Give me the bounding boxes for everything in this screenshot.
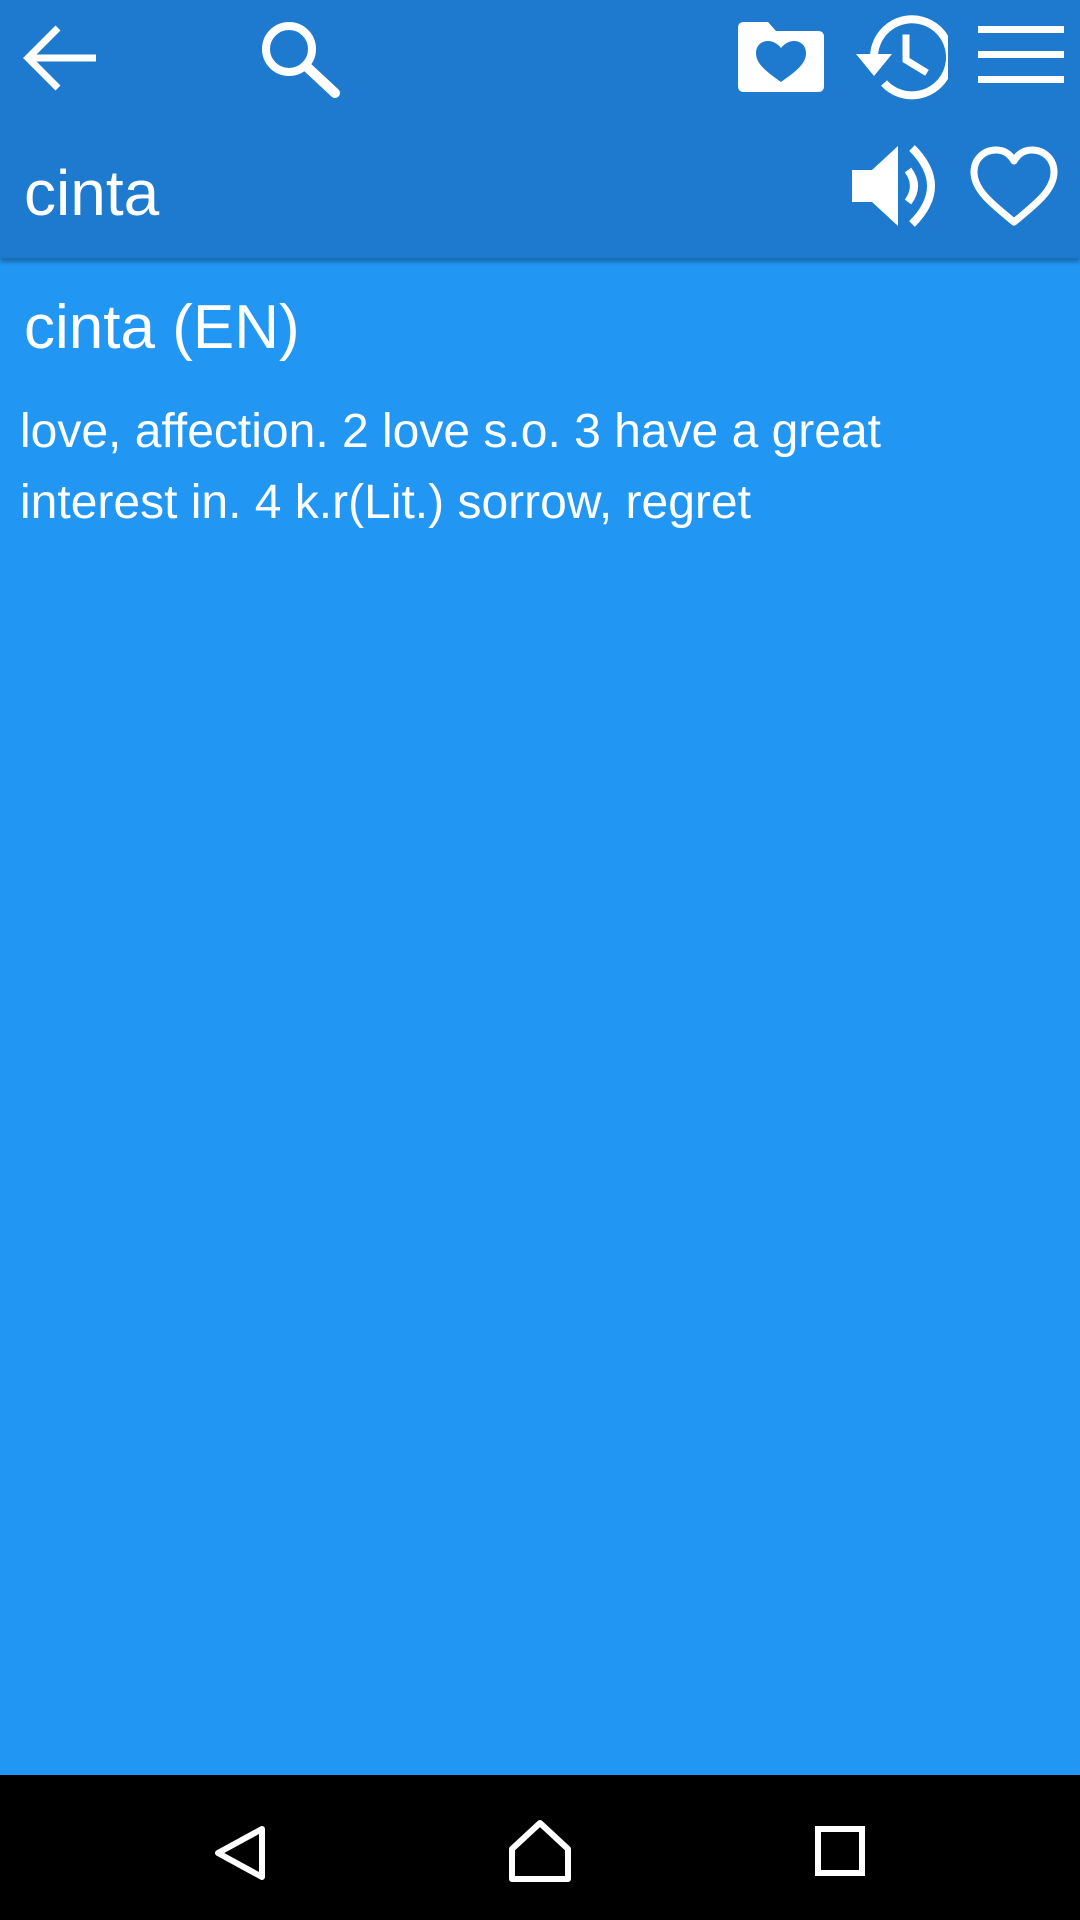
history-icon[interactable] bbox=[850, 14, 948, 100]
nav-recents-icon[interactable] bbox=[814, 1825, 866, 1877]
app-toolbar: cinta bbox=[0, 0, 1080, 258]
entry-heading: cinta (EN) bbox=[24, 293, 300, 362]
system-nav-bar bbox=[0, 1775, 1080, 1920]
search-icon[interactable] bbox=[255, 16, 341, 98]
nav-home-icon[interactable] bbox=[508, 1819, 572, 1883]
back-arrow-icon[interactable] bbox=[20, 20, 100, 96]
favorite-heart-icon[interactable] bbox=[968, 144, 1060, 228]
volume-icon[interactable] bbox=[850, 142, 942, 230]
nav-back-icon[interactable] bbox=[212, 1825, 268, 1881]
word-title: cinta bbox=[24, 157, 160, 229]
dictionary-screen: cinta cinta (EN) love, affection. 2 love… bbox=[0, 0, 1080, 1920]
entry-definition: love, affection. 2 love s.o. 3 have a gr… bbox=[20, 405, 881, 529]
favorites-folder-icon[interactable] bbox=[734, 20, 826, 94]
entry-content: cinta (EN) love, affection. 2 love s.o. … bbox=[0, 258, 1080, 1775]
menu-icon[interactable] bbox=[978, 24, 1064, 86]
